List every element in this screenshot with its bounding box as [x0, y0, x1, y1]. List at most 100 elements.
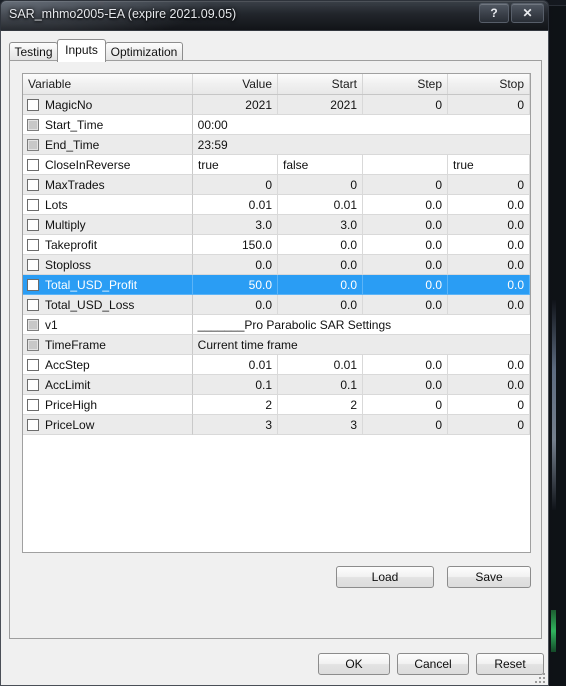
checkbox-icon[interactable]	[27, 378, 39, 391]
inputs-table[interactable]: Variable Value Start Step Stop MagicNo 20…	[22, 73, 531, 553]
cell-stop[interactable]: 0.0	[448, 355, 530, 375]
cell-step[interactable]: 0.0	[363, 275, 448, 295]
cell-step[interactable]: 0	[363, 175, 448, 195]
cell-variable[interactable]: Total_USD_Profit	[23, 275, 193, 295]
cell-step[interactable]: 0	[363, 95, 448, 115]
cell-start[interactable]: 2	[278, 395, 363, 415]
column-header-stop[interactable]: Stop	[448, 74, 530, 94]
cell-value[interactable]: 0.0	[193, 255, 278, 275]
cell-stop[interactable]: 0	[448, 415, 530, 435]
resize-grip[interactable]	[535, 673, 547, 685]
table-row[interactable]: AccLimit 0.1 0.1 0.0 0.0	[23, 375, 530, 395]
cell-value-span[interactable]: _______Pro Parabolic SAR Settings	[192, 315, 530, 335]
cell-start[interactable]: 0.0	[278, 275, 363, 295]
cell-step[interactable]	[363, 155, 448, 175]
cell-value[interactable]: 2021	[193, 95, 278, 115]
cell-start[interactable]: 0.0	[278, 255, 363, 275]
cell-start[interactable]: 0.1	[278, 375, 363, 395]
table-row[interactable]: MaxTrades 0 0 0 0	[23, 175, 530, 195]
table-row[interactable]: Total_USD_Loss 0.0 0.0 0.0 0.0	[23, 295, 530, 315]
checkbox-icon[interactable]	[27, 258, 39, 271]
cell-stop[interactable]: true	[448, 155, 530, 175]
cell-value[interactable]: true	[193, 155, 278, 175]
cell-step[interactable]: 0.0	[363, 295, 448, 315]
cell-variable[interactable]: Start_Time	[23, 115, 193, 135]
cell-variable[interactable]: Stoploss	[23, 255, 193, 275]
column-header-variable[interactable]: Variable	[23, 74, 193, 94]
tab-testing[interactable]: Testing	[9, 42, 58, 61]
cell-step[interactable]: 0.0	[363, 215, 448, 235]
cell-start[interactable]: 0.0	[278, 295, 363, 315]
cell-value[interactable]: 0	[193, 175, 278, 195]
cell-variable[interactable]: Takeprofit	[23, 235, 193, 255]
cell-variable[interactable]: PriceHigh	[23, 395, 193, 415]
checkbox-icon[interactable]	[27, 178, 39, 191]
cell-stop[interactable]: 0	[448, 175, 530, 195]
cell-variable[interactable]: Multiply	[23, 215, 193, 235]
cell-value-span[interactable]: 00:00	[192, 115, 530, 135]
cell-stop[interactable]: 0.0	[448, 295, 530, 315]
cell-start[interactable]: 0	[278, 175, 363, 195]
cell-value[interactable]: 0.01	[193, 355, 278, 375]
cell-variable[interactable]: PriceLow	[23, 415, 193, 435]
cell-start[interactable]: 0.01	[278, 355, 363, 375]
cell-value[interactable]: 50.0	[193, 275, 278, 295]
cell-variable[interactable]: MagicNo	[23, 95, 193, 115]
tab-inputs[interactable]: Inputs	[57, 39, 106, 62]
cancel-button[interactable]: Cancel	[397, 653, 469, 675]
table-row[interactable]: Lots 0.01 0.01 0.0 0.0	[23, 195, 530, 215]
checkbox-icon[interactable]	[27, 158, 39, 171]
table-row[interactable]: AccStep 0.01 0.01 0.0 0.0	[23, 355, 530, 375]
table-row[interactable]: Total_USD_Profit 50.0 0.0 0.0 0.0	[23, 275, 530, 295]
cell-value[interactable]: 150.0	[193, 235, 278, 255]
cell-value[interactable]: 0.1	[193, 375, 278, 395]
cell-step[interactable]: 0.0	[363, 195, 448, 215]
cell-value[interactable]: 0.0	[193, 295, 278, 315]
table-row[interactable]: Start_Time 00:00	[23, 115, 530, 135]
table-row[interactable]: PriceLow 3 3 0 0	[23, 415, 530, 435]
cell-step[interactable]: 0.0	[363, 235, 448, 255]
cell-stop[interactable]: 0.0	[448, 215, 530, 235]
checkbox-icon[interactable]	[27, 218, 39, 231]
table-row[interactable]: Stoploss 0.0 0.0 0.0 0.0	[23, 255, 530, 275]
cell-step[interactable]: 0.0	[363, 355, 448, 375]
cell-stop[interactable]: 0.0	[448, 235, 530, 255]
cell-stop[interactable]: 0	[448, 95, 530, 115]
cell-stop[interactable]: 0	[448, 395, 530, 415]
checkbox-icon[interactable]	[27, 278, 39, 291]
table-row[interactable]: v1 _______Pro Parabolic SAR Settings	[23, 315, 530, 335]
cell-step[interactable]: 0	[363, 395, 448, 415]
cell-stop[interactable]: 0.0	[448, 195, 530, 215]
cell-start[interactable]: 0.0	[278, 235, 363, 255]
cell-value[interactable]: 2	[193, 395, 278, 415]
cell-variable[interactable]: MaxTrades	[23, 175, 193, 195]
cell-start[interactable]: 3	[278, 415, 363, 435]
save-button[interactable]: Save	[447, 566, 531, 588]
cell-value-span[interactable]: Current time frame	[192, 335, 530, 355]
title-bar[interactable]: SAR_mhmo2005-EA (expire 2021.09.05) ? ✕	[0, 0, 549, 30]
checkbox-icon[interactable]	[27, 238, 39, 251]
cell-start[interactable]: false	[278, 155, 363, 175]
cell-step[interactable]: 0.0	[363, 375, 448, 395]
table-row[interactable]: Multiply 3.0 3.0 0.0 0.0	[23, 215, 530, 235]
column-header-start[interactable]: Start	[278, 74, 363, 94]
load-button[interactable]: Load	[336, 566, 434, 588]
cell-stop[interactable]: 0.0	[448, 275, 530, 295]
help-button[interactable]: ?	[479, 3, 509, 23]
column-header-value[interactable]: Value	[193, 74, 278, 94]
checkbox-icon[interactable]	[27, 358, 39, 371]
cell-variable[interactable]: End_Time	[23, 135, 193, 155]
checkbox-icon[interactable]	[27, 418, 39, 431]
column-header-step[interactable]: Step	[363, 74, 448, 94]
checkbox-icon[interactable]	[27, 298, 39, 311]
cell-value-span[interactable]: 23:59	[192, 135, 530, 155]
tab-optimization[interactable]: Optimization	[105, 42, 183, 61]
table-row[interactable]: MagicNo 2021 2021 0 0	[23, 95, 530, 115]
cell-variable[interactable]: Lots	[23, 195, 193, 215]
cell-stop[interactable]: 0.0	[448, 255, 530, 275]
table-row[interactable]: CloseInReverse true false true	[23, 155, 530, 175]
cell-variable[interactable]: CloseInReverse	[23, 155, 193, 175]
cell-variable[interactable]: AccStep	[23, 355, 193, 375]
table-row[interactable]: Takeprofit 150.0 0.0 0.0 0.0	[23, 235, 530, 255]
cell-variable[interactable]: TimeFrame	[23, 335, 193, 355]
